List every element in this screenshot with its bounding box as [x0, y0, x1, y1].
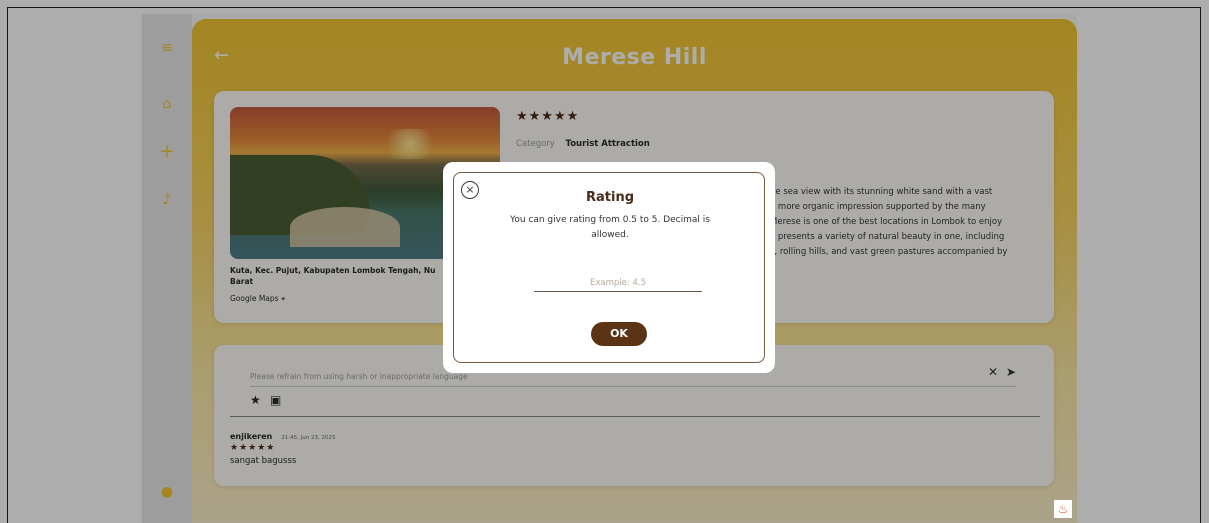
- rating-input[interactable]: [534, 274, 702, 292]
- rating-dialog: × Rating You can give rating from 0.5 to…: [443, 162, 775, 373]
- dialog-title: Rating: [585, 190, 634, 205]
- dialog-message: You can give rating from 0.5 to 5. Decim…: [510, 215, 710, 240]
- ok-button[interactable]: OK: [591, 322, 647, 346]
- rating-dialog-border: × Rating You can give rating from 0.5 to…: [453, 172, 765, 363]
- fire-icon[interactable]: ♨: [1054, 500, 1072, 518]
